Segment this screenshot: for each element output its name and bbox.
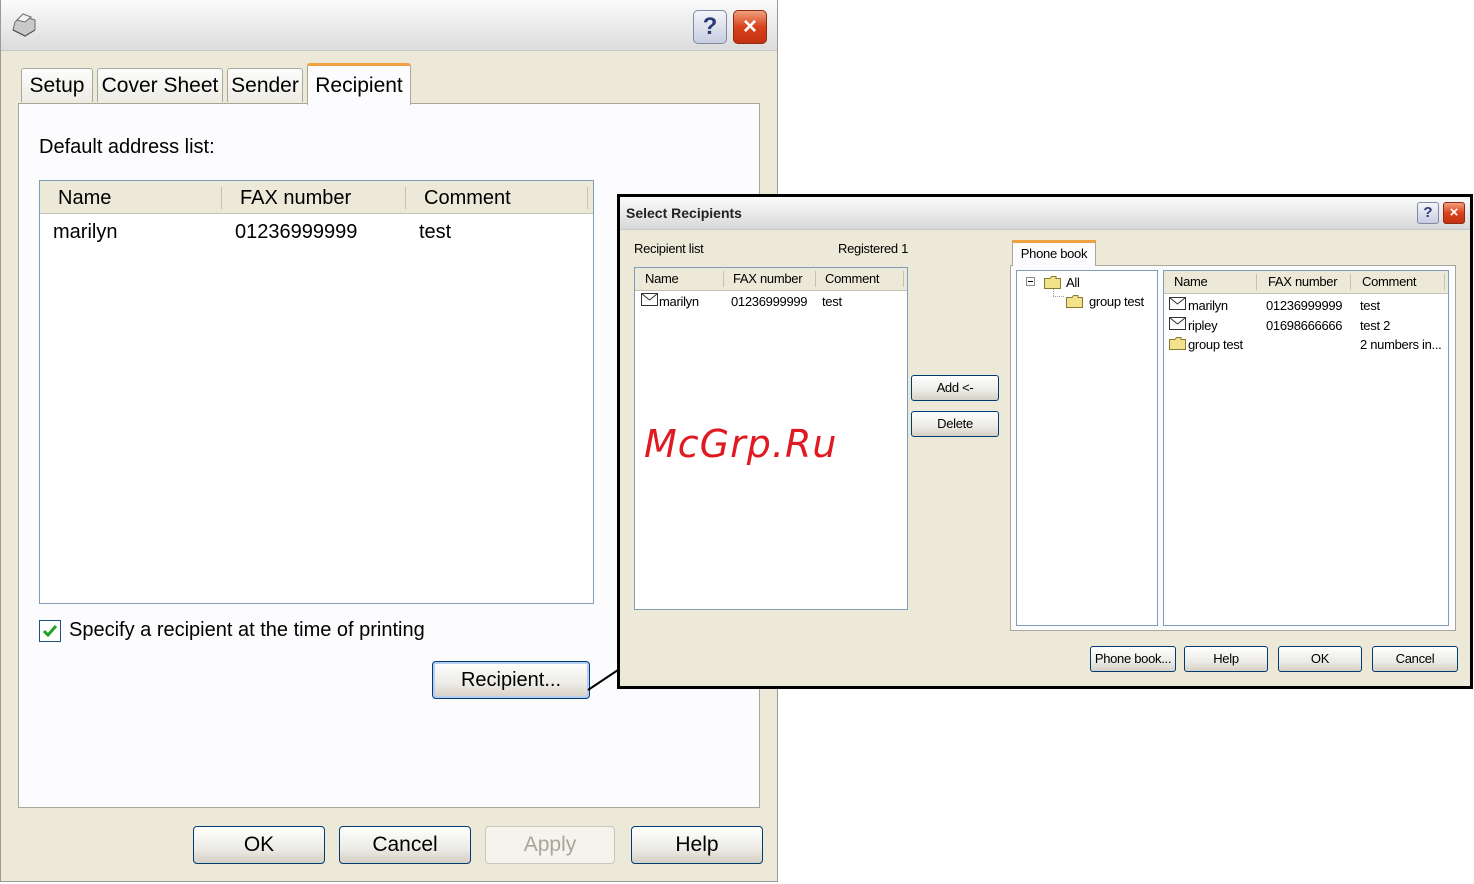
phone-book-panel: All group test Name FAX number Comment m… [1010,265,1456,631]
column-separator[interactable] [723,271,724,287]
cell-fax: 01236999999 [235,221,358,243]
column-separator[interactable] [405,187,406,209]
help-button[interactable]: Help [631,826,763,864]
phone-book-list[interactable]: Name FAX number Comment marilyn 01236999… [1163,270,1449,626]
cell-comment: test [419,221,452,243]
tab-recipient[interactable]: Recipient [307,63,411,105]
dialog-title: Select Recipients [626,205,742,221]
apply-button: Apply [485,826,615,864]
folder-icon [1169,337,1186,350]
column-separator[interactable] [903,271,904,287]
tab-cover-sheet[interactable]: Cover Sheet [97,68,223,102]
cancel-button[interactable]: Cancel [1372,646,1458,672]
help-button[interactable]: Help [1184,646,1268,672]
folder-icon [1044,276,1061,289]
list-header: Name FAX number Comment [1164,271,1448,294]
tab-sender[interactable]: Sender [227,68,303,102]
mail-icon [1169,317,1186,330]
mail-icon [641,293,658,306]
cell-comment: test 2 [1360,318,1390,333]
title-bar: ? × [1,0,777,51]
ok-button[interactable]: OK [193,826,325,864]
checkmark-icon [42,625,58,638]
column-header-comment[interactable]: Comment [1362,274,1417,289]
cell-comment: test [822,294,842,309]
cell-name: marilyn [1188,298,1228,313]
cell-name: marilyn [53,221,118,243]
cell-name: ripley [1188,318,1218,333]
title-help-button[interactable]: ? [1417,202,1439,224]
printer-icon [9,10,39,40]
column-separator[interactable] [1350,274,1351,290]
folder-icon [1066,295,1083,308]
recipient-list-label: Recipient list [634,241,704,256]
tab-phone-book[interactable]: Phone book [1012,240,1096,266]
mail-icon [1169,297,1186,310]
cell-name: group test [1188,337,1243,352]
watermark-text: McGrp.Ru [644,422,838,466]
recipient-button[interactable]: Recipient... [432,661,590,699]
default-address-list-label: Default address list: [39,136,215,158]
cell-fax: 01236999999 [731,294,808,309]
column-separator[interactable] [221,187,222,209]
title-help-button[interactable]: ? [693,10,727,44]
default-address-list[interactable]: Name FAX number Comment marilyn 01236999… [39,180,594,604]
cancel-button[interactable]: Cancel [339,826,471,864]
tab-setup[interactable]: Setup [21,68,93,102]
cell-name: marilyn [659,294,699,309]
tree-node-label: group test [1089,294,1144,309]
list-header: Name FAX number Comment [40,181,593,214]
title-close-button[interactable]: × [1443,202,1465,224]
cell-fax: 01236999999 [1266,298,1343,313]
column-separator[interactable] [1444,274,1445,290]
phone-book-tree[interactable]: All group test [1016,270,1158,626]
column-header-fax[interactable]: FAX number [1268,274,1338,289]
ok-button[interactable]: OK [1278,646,1362,672]
phone-book-button[interactable]: Phone book... [1090,646,1176,672]
cell-comment: 2 numbers in... [1360,337,1442,352]
tree-node-label: All [1066,275,1080,290]
cell-comment: test [1360,298,1380,313]
column-header-fax[interactable]: FAX number [733,271,803,286]
column-header-comment[interactable]: Comment [424,181,511,213]
column-header-name[interactable]: Name [645,271,679,286]
add-recipient-button[interactable]: Add <- [911,375,999,401]
specify-recipient-label[interactable]: Specify a recipient at the time of print… [69,619,425,642]
column-header-name[interactable]: Name [1174,274,1208,289]
column-separator[interactable] [815,271,816,287]
cell-fax: 01698666666 [1266,318,1343,333]
column-separator[interactable] [1256,274,1257,290]
title-close-button[interactable]: × [733,10,767,44]
column-header-fax[interactable]: FAX number [240,181,351,213]
delete-recipient-button[interactable]: Delete [911,411,999,437]
specify-recipient-checkbox[interactable] [39,620,61,642]
column-header-name[interactable]: Name [58,181,111,213]
title-bar: Select Recipients ? × [620,197,1470,230]
column-header-comment[interactable]: Comment [825,271,880,286]
registered-count-label: Registered 1 [838,241,909,256]
column-separator[interactable] [587,187,588,209]
list-header: Name FAX number Comment [635,268,907,291]
